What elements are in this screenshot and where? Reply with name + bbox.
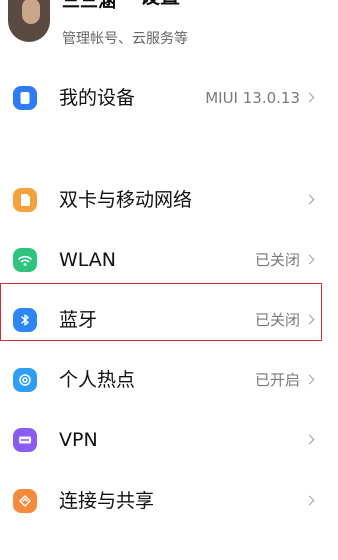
chevron-right-icon	[304, 495, 315, 506]
account-subtitle: 管理帐号、云服务等	[62, 31, 188, 47]
settings-item-vpn[interactable]: VPN	[0, 410, 338, 470]
chevron-right-icon	[304, 254, 315, 265]
settings-item-label: WLAN	[59, 249, 117, 271]
account-name: 三三涵	[62, 0, 116, 12]
settings-item-value: 已开启	[254, 371, 300, 389]
settings-item-label: 双卡与移动网络	[59, 189, 193, 211]
settings-item-label: VPN	[59, 429, 98, 451]
settings-item-label: 我的设备	[59, 87, 136, 109]
avatar	[8, 0, 50, 42]
sim-card-icon	[13, 188, 37, 212]
chevron-right-icon	[304, 374, 315, 385]
vpn-icon	[13, 428, 37, 452]
highlight-box	[0, 283, 322, 341]
chevron-right-icon	[304, 194, 315, 205]
settings-item-connection-share[interactable]: 连接与共享	[0, 471, 338, 531]
settings-item-my-device[interactable]: 我的设备 MIUI 13.0.13	[0, 68, 338, 128]
hotspot-icon	[13, 368, 37, 392]
chevron-right-icon	[304, 92, 315, 103]
settings-item-value: MIUI 13.0.13	[205, 89, 300, 107]
settings-item-hotspot[interactable]: 个人热点 已开启	[0, 350, 338, 410]
account-row[interactable]: 三三涵 管理帐号、云服务等	[0, 0, 338, 56]
settings-item-label: 个人热点	[59, 369, 136, 391]
connection-share-icon	[13, 489, 37, 513]
device-icon	[13, 86, 37, 110]
settings-item-label: 连接与共享	[59, 490, 155, 512]
wifi-icon	[13, 248, 37, 272]
settings-item-wlan[interactable]: WLAN 已关闭	[0, 230, 338, 290]
chevron-right-icon	[304, 434, 315, 445]
settings-item-sim-network[interactable]: 双卡与移动网络	[0, 170, 338, 230]
settings-item-value: 已关闭	[254, 251, 300, 269]
settings-screen: 设置 三三涵 管理帐号、云服务等 我的设备 MIUI 13.0.13 双卡与移动…	[0, 0, 338, 560]
